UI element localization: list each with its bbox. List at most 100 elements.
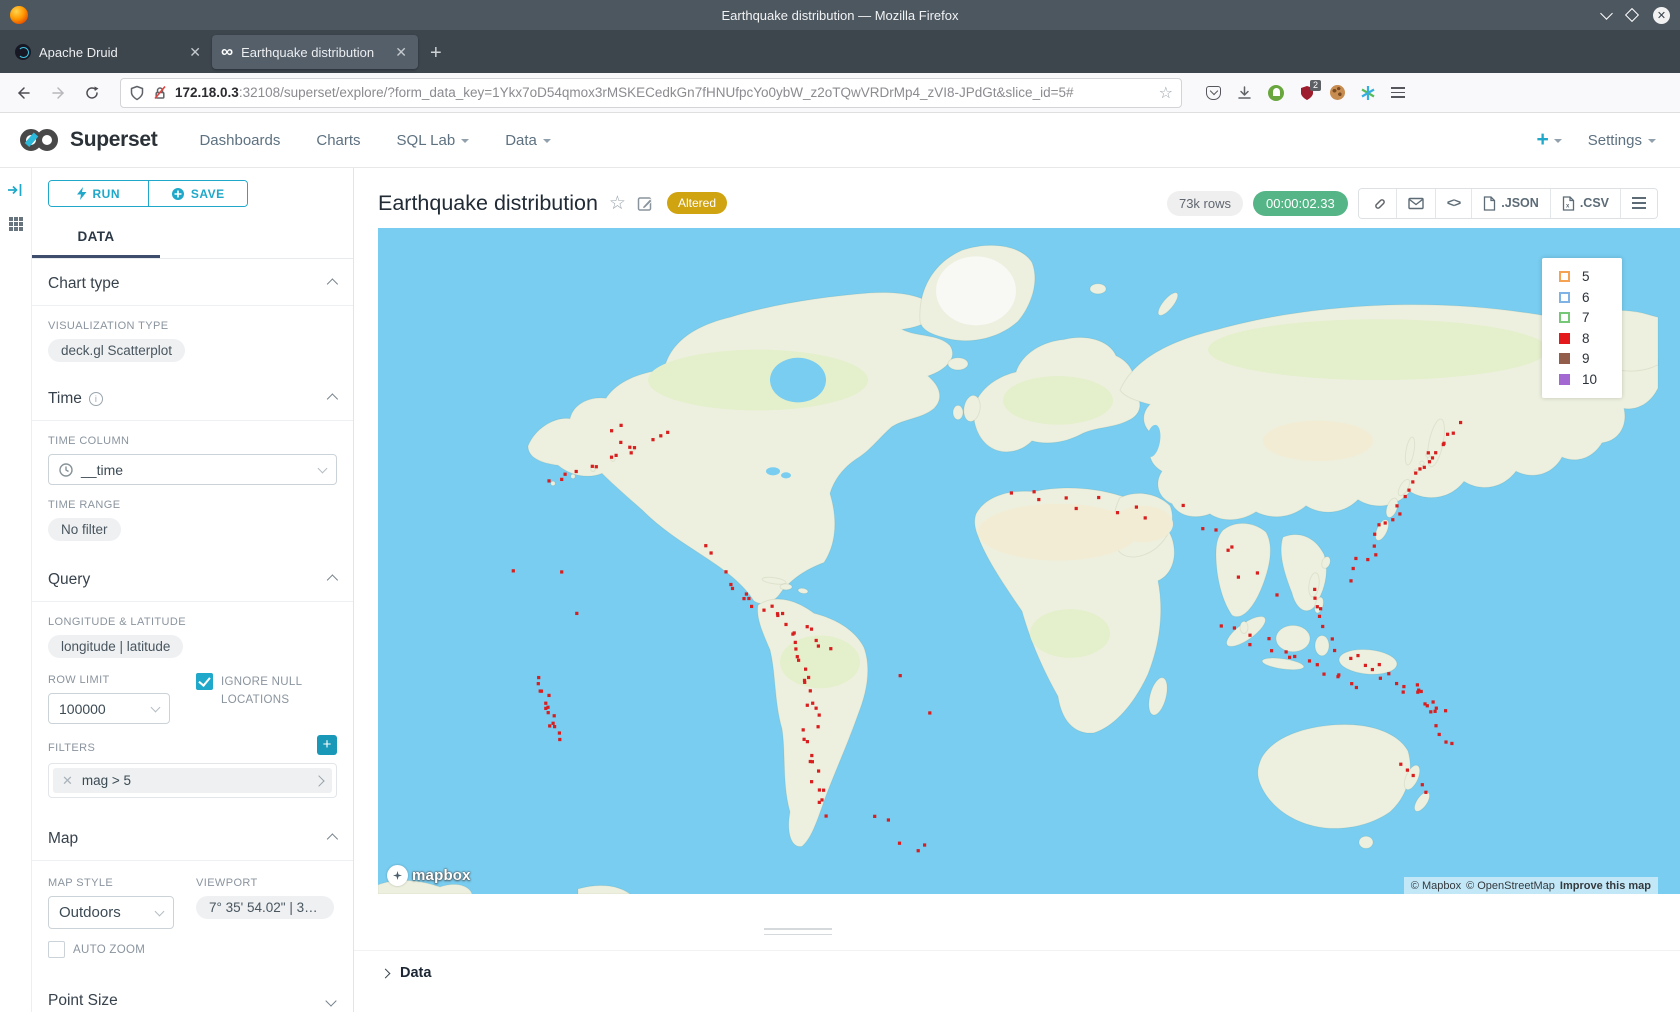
legend-item[interactable]: 5 — [1559, 269, 1622, 284]
ignore-null-checkbox-row[interactable]: IGNORE NULL LOCATIONS — [196, 673, 337, 710]
legend-swatch — [1559, 292, 1570, 303]
tracking-shield-icon[interactable] — [129, 85, 145, 101]
legend-label: 6 — [1582, 290, 1590, 305]
section-query[interactable]: Query — [32, 555, 353, 602]
embed-code-button[interactable]: <> — [1436, 189, 1473, 218]
map-style-select[interactable]: Outdoors — [48, 896, 174, 929]
superset-favicon-icon: ∞ — [221, 47, 233, 57]
new-tab-button[interactable]: + — [430, 42, 442, 65]
export-csv-button[interactable]: x .CSV — [1551, 189, 1621, 218]
superset-navbar: Superset DashboardsChartsSQL LabData + S… — [0, 113, 1680, 168]
superset-logo[interactable]: Superset — [16, 125, 157, 155]
window-close-icon[interactable]: ✕ — [1653, 7, 1670, 24]
panel-resize-handle[interactable] — [764, 928, 832, 939]
adblock-shield-icon[interactable]: 2 — [1299, 85, 1315, 101]
time-range-value[interactable]: No filter — [48, 518, 121, 541]
mapbox-logo[interactable]: mapbox — [387, 865, 471, 886]
deckgl-scatter-map[interactable]: 5 6 7 8 9 10 mapbox © Mapbox © OpenStreetMap … — [378, 228, 1680, 894]
legend-label: 5 — [1582, 269, 1590, 284]
remove-filter-icon[interactable]: ✕ — [62, 773, 73, 789]
legend-item[interactable]: 8 — [1559, 331, 1622, 346]
settings-label: Settings — [1588, 132, 1642, 149]
legend-label: 8 — [1582, 331, 1590, 346]
save-button[interactable]: SAVE — [149, 181, 248, 206]
viz-type-value[interactable]: deck.gl Scatterplot — [48, 339, 185, 362]
insecure-lock-icon[interactable] — [152, 85, 168, 101]
section-point-size[interactable]: Point Size — [32, 976, 353, 1012]
pocket-icon[interactable] — [1206, 86, 1221, 100]
run-label: RUN — [93, 187, 121, 201]
window-maximize-icon[interactable] — [1625, 8, 1639, 22]
browser-tab-earthquake-distribution[interactable]: ∞ Earthquake distribution ✕ — [212, 35, 418, 69]
map-attribution: © Mapbox © OpenStreetMap Improve this ma… — [1404, 877, 1658, 894]
attribution-improve-link[interactable]: Improve this map — [1560, 880, 1651, 892]
run-button[interactable]: RUN — [49, 181, 149, 206]
multiaccount-extension-icon[interactable] — [1360, 85, 1376, 101]
chevron-down-icon — [151, 702, 161, 712]
ignore-null-checkbox[interactable] — [196, 673, 213, 690]
legend-item[interactable]: 7 — [1559, 310, 1622, 325]
filter-value: mag > 5 — [82, 773, 131, 788]
menu-icon[interactable] — [1391, 87, 1405, 98]
add-filter-button[interactable]: + — [317, 735, 337, 755]
legend-item[interactable]: 9 — [1559, 351, 1622, 366]
share-link-button[interactable] — [1359, 189, 1397, 218]
legend-item[interactable]: 6 — [1559, 290, 1622, 305]
export-json-button[interactable]: .JSON — [1472, 189, 1551, 218]
browser-tabstrip: Apache Druid ✕ ∞ Earthquake distribution… — [0, 30, 1680, 73]
tab-close-icon[interactable]: ✕ — [187, 44, 203, 61]
section-time[interactable]: Timei — [32, 374, 353, 421]
bookmark-star-icon[interactable]: ☆ — [1159, 83, 1173, 103]
filter-chip[interactable]: ✕ mag > 5 — [53, 768, 332, 793]
window-titlebar: Earthquake distribution — Mozilla Firefo… — [0, 0, 1680, 30]
browser-tab-apache-druid[interactable]: Apache Druid ✕ — [6, 35, 212, 69]
results-panel: Data — [354, 894, 1680, 1012]
nav-item-charts[interactable]: Charts — [302, 122, 374, 159]
clock-icon — [59, 463, 73, 477]
viewport-value[interactable]: 7° 35' 54.02" | 31... — [196, 896, 334, 919]
chevron-up-icon — [327, 278, 338, 289]
dataset-grid-icon[interactable] — [8, 216, 24, 232]
section-title: Query — [48, 571, 90, 589]
collapse-panel-icon[interactable] — [7, 182, 24, 198]
lonlat-value[interactable]: longitude | latitude — [48, 635, 183, 658]
altered-badge[interactable]: Altered — [667, 192, 727, 214]
file-icon — [1483, 196, 1496, 211]
chevron-right-icon — [381, 968, 391, 978]
edit-properties-icon[interactable] — [637, 195, 654, 212]
reload-button[interactable] — [78, 79, 106, 107]
url-host: 172.18.0.3 — [175, 85, 239, 100]
filter-container: ✕ mag > 5 — [48, 763, 337, 798]
window-minimize-icon[interactable] — [1600, 7, 1613, 20]
url-bar[interactable]: 172.18.0.3:32108/superset/explore/?form_… — [120, 78, 1182, 108]
time-column-select[interactable]: __time — [48, 454, 337, 485]
auto-zoom-checkbox[interactable] — [48, 941, 65, 958]
email-button[interactable] — [1397, 189, 1436, 218]
data-panel-label: Data — [400, 965, 431, 981]
section-map[interactable]: Map — [32, 814, 353, 861]
settings-menu[interactable]: Settings — [1588, 132, 1656, 149]
chevron-right-icon[interactable] — [313, 775, 324, 786]
chart-menu-button[interactable] — [1621, 189, 1657, 218]
nav-item-sql-lab[interactable]: SQL Lab — [383, 122, 484, 159]
download-icon[interactable] — [1236, 85, 1253, 101]
nav-item-dashboards[interactable]: Dashboards — [185, 122, 294, 159]
section-chart-type[interactable]: Chart type — [32, 259, 353, 306]
tab-data[interactable]: DATA — [32, 219, 160, 258]
attribution-osm-link[interactable]: © OpenStreetMap — [1466, 880, 1555, 892]
nav-item-data[interactable]: Data — [491, 122, 565, 159]
back-button[interactable] — [10, 79, 38, 107]
brand-name: Superset — [70, 128, 157, 152]
data-panel-toggle[interactable]: Data — [354, 950, 1680, 981]
row-limit-select[interactable]: 100000 — [48, 693, 170, 724]
cookie-extension-icon[interactable] — [1330, 85, 1345, 100]
url-text[interactable]: 172.18.0.3:32108/superset/explore/?form_… — [175, 85, 1152, 100]
ghostery-icon[interactable] — [1268, 85, 1284, 101]
add-new-button[interactable]: + — [1537, 128, 1562, 152]
favorite-star-icon[interactable]: ☆ — [609, 192, 626, 215]
legend-item[interactable]: 10 — [1559, 372, 1622, 387]
auto-zoom-checkbox-row[interactable]: AUTO ZOOM — [48, 941, 337, 958]
tab-close-icon[interactable]: ✕ — [393, 44, 409, 61]
forward-button[interactable] — [44, 79, 72, 107]
attribution-mapbox-link[interactable]: © Mapbox — [1411, 880, 1461, 892]
